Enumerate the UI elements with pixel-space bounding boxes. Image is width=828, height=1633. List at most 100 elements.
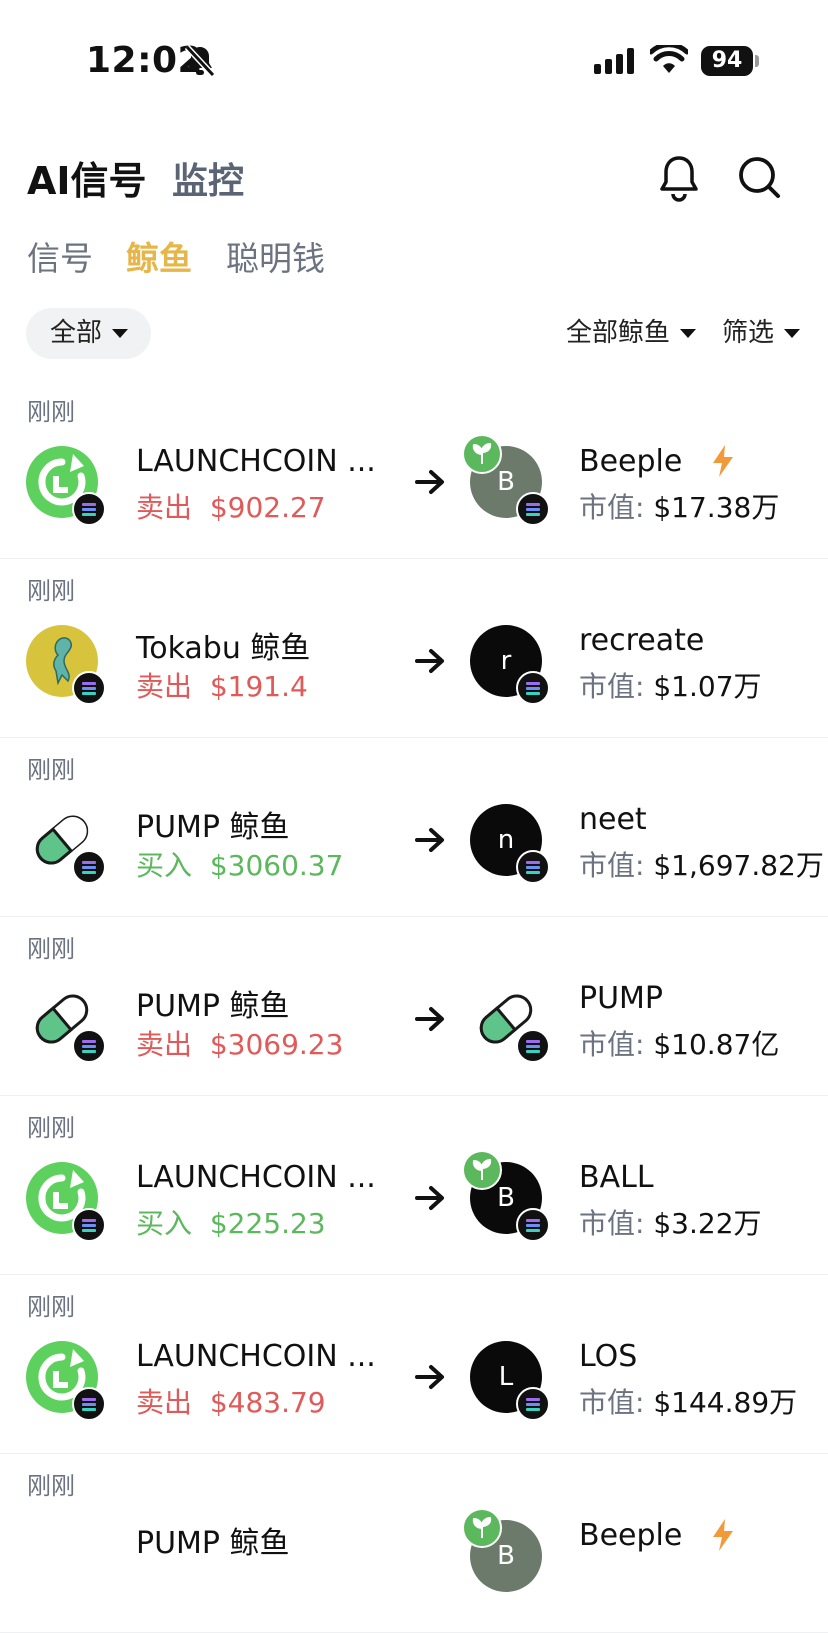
pump-pill-icon <box>26 804 106 884</box>
destination-avatar[interactable]: B <box>462 434 550 526</box>
battery-indicator: 94 <box>701 46 753 76</box>
row-time: 刚刚 <box>27 1472 75 1500</box>
destination-avatar[interactable]: B <box>462 1150 550 1242</box>
destination-name: recreate <box>579 623 705 658</box>
solana-chain-badge-icon <box>72 850 106 884</box>
solana-chain-badge-icon <box>72 1387 106 1421</box>
solana-chain-badge-icon <box>72 492 106 526</box>
destination-name: Beeple <box>579 1518 683 1553</box>
arrow-right-icon <box>415 828 444 852</box>
market-cap: 市值: $10.87亿 <box>579 1028 780 1061</box>
tokabu-icon <box>26 625 106 705</box>
solana-chain-badge-icon <box>516 1029 550 1063</box>
row-time: 刚刚 <box>27 1114 75 1142</box>
destination-name: PUMP <box>579 981 664 1016</box>
token-name: LAUNCHCOIN ... <box>136 444 376 479</box>
list-item[interactable]: 刚刚 PUMP 鲸鱼 B Beeple <box>0 1454 828 1633</box>
launchcoin-icon <box>26 1341 106 1421</box>
page-title[interactable]: AI信号 <box>27 150 147 205</box>
status-bar: 12:02 94 <box>0 0 828 110</box>
category-tabs: 信号 鲸鱼 聪明钱 <box>0 232 828 288</box>
arrow-right-icon <box>415 649 444 673</box>
row-time: 刚刚 <box>27 398 75 426</box>
all-whales-label: 全部鲸鱼 <box>566 318 671 348</box>
list-item[interactable]: 刚刚 PUMP 鲸鱼 卖出 $3069.23 PUMP 市值: $10.87亿 <box>0 917 828 1096</box>
trade-amount: 卖出 $483.79 <box>136 1386 326 1419</box>
destination-avatar[interactable]: n <box>470 804 550 884</box>
solana-chain-badge-icon <box>72 1208 106 1242</box>
token-name: PUMP 鲸鱼 <box>136 989 290 1024</box>
trade-amount: 买入 $3060.37 <box>136 849 344 882</box>
all-whales-dropdown[interactable]: 全部鲸鱼 <box>566 308 697 359</box>
launchcoin-icon <box>26 446 106 526</box>
pump-pill-icon <box>26 983 106 1063</box>
token-name: Tokabu 鲸鱼 <box>136 631 311 666</box>
trade-amount: 卖出 $191.4 <box>136 670 308 703</box>
bell-muted-icon <box>184 44 216 78</box>
filter-label: 筛选 <box>722 318 775 348</box>
solana-chain-badge-icon <box>516 1208 550 1242</box>
arrow-right-icon <box>415 470 444 494</box>
list-item[interactable]: 刚刚 LAUNCHCOIN ... 买入 $225.23 B BALL 市值: … <box>0 1096 828 1275</box>
all-filter-label: 全部 <box>50 318 103 348</box>
solana-chain-badge-icon <box>72 671 106 705</box>
destination-avatar[interactable]: B <box>462 1508 542 1592</box>
market-cap: 市值: $3.22万 <box>579 1207 762 1240</box>
tab-whale[interactable]: 鲸鱼 <box>126 232 192 280</box>
token-name: LAUNCHCOIN ... <box>136 1339 376 1374</box>
arrow-right-icon <box>415 1365 444 1389</box>
solana-chain-badge-icon <box>516 1387 550 1421</box>
destination-avatar[interactable]: r <box>470 625 550 705</box>
lightning-bolt-icon <box>713 445 733 477</box>
sprout-icon <box>462 1150 502 1190</box>
caret-down-icon <box>112 329 129 338</box>
arrow-right-icon <box>415 1186 444 1210</box>
list-item[interactable]: 刚刚 Tokabu 鲸鱼 卖出 $191.4 r recreate 市值: $1… <box>0 559 828 738</box>
all-filter-dropdown[interactable]: 全部 <box>26 308 151 359</box>
app-header: AI信号 监控 <box>0 140 828 210</box>
filter-dropdown[interactable]: 筛选 <box>722 308 801 359</box>
solana-chain-badge-icon <box>516 850 550 884</box>
market-cap: 市值: $1,697.82万 <box>579 849 824 882</box>
search-icon[interactable] <box>736 152 782 202</box>
trade-amount: 买入 $225.23 <box>136 1207 326 1240</box>
wifi-icon <box>650 45 688 73</box>
token-name: PUMP 鲸鱼 <box>136 1526 290 1561</box>
arrow-right-icon <box>415 1007 444 1031</box>
sprout-icon <box>462 1508 502 1548</box>
list-item[interactable]: 刚刚 LAUNCHCOIN ... 卖出 $483.79 L LOS 市值: $… <box>0 1275 828 1454</box>
destination-name: neet <box>579 802 647 837</box>
tab-smart-money[interactable]: 聪明钱 <box>226 232 325 280</box>
solana-chain-badge-icon <box>516 492 550 526</box>
destination-name: Beeple <box>579 444 683 479</box>
monitor-tab[interactable]: 监控 <box>172 152 244 204</box>
market-cap: 市值: $1.07万 <box>579 670 762 703</box>
whale-activity-list: 刚刚 LAUNCHCOIN ... 卖出 $902.27 B Beeple 市值… <box>0 380 828 1633</box>
destination-name: LOS <box>579 1339 638 1374</box>
tab-signal[interactable]: 信号 <box>27 232 93 280</box>
row-time: 刚刚 <box>27 577 75 605</box>
row-time: 刚刚 <box>27 756 75 784</box>
destination-avatar[interactable]: L <box>470 1341 550 1421</box>
cellular-signal-icon <box>594 48 634 74</box>
solana-chain-badge-icon <box>72 1029 106 1063</box>
destination-name: BALL <box>579 1160 654 1195</box>
market-cap: 市值: $144.89万 <box>579 1386 798 1419</box>
market-cap: 市值: $17.38万 <box>579 491 780 524</box>
list-item[interactable]: 刚刚 LAUNCHCOIN ... 卖出 $902.27 B Beeple 市值… <box>0 380 828 559</box>
caret-down-icon <box>784 329 801 338</box>
token-name: LAUNCHCOIN ... <box>136 1160 376 1195</box>
caret-down-icon <box>680 329 697 338</box>
row-time: 刚刚 <box>27 935 75 963</box>
token-name: PUMP 鲸鱼 <box>136 810 290 845</box>
list-item[interactable]: 刚刚 PUMP 鲸鱼 买入 $3060.37 n neet 市值: $1,697… <box>0 738 828 917</box>
pump-pill-icon[interactable] <box>470 983 550 1063</box>
trade-amount: 卖出 $902.27 <box>136 491 326 524</box>
filter-bar: 全部 全部鲸鱼 筛选 <box>0 308 828 360</box>
launchcoin-icon <box>26 1162 106 1242</box>
solana-chain-badge-icon <box>516 671 550 705</box>
row-time: 刚刚 <box>27 1293 75 1321</box>
sprout-icon <box>462 434 502 474</box>
lightning-bolt-icon <box>713 1519 733 1551</box>
notification-bell-icon[interactable] <box>656 152 702 202</box>
